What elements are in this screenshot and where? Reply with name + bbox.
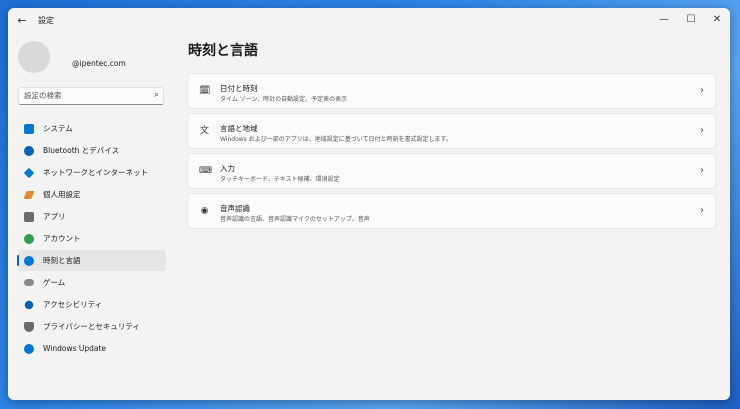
sidebar-item-label: アカウント [43,234,81,243]
card-speech[interactable]: ◉ 音声認識 音声認識の言語、音声認識マイクのセットアップ、音声 › [187,193,716,229]
system-icon [24,123,34,134]
gaming-icon [24,279,34,286]
sidebar-item-label: プライバシーとセキュリティ [43,322,140,331]
accessibility-icon [24,300,34,309]
search-box[interactable]: ⌕ [18,87,164,105]
sidebar-item-privacy[interactable]: プライバシーとセキュリティ [18,316,166,337]
sidebar-item-accounts[interactable]: アカウント [18,228,166,249]
typing-icon: ⌨ [199,166,212,176]
sidebar-item-accessibility[interactable]: アクセシビリティ [18,294,166,315]
app-title: 設定 [38,16,54,25]
card-description: タイム ゾーン、時計の自動設定、予定表の表示 [220,96,348,103]
sidebar-item-time-language[interactable]: 時刻と言語 [17,250,166,271]
privacy-icon [24,321,34,332]
sidebar-item-apps[interactable]: アプリ [18,206,166,227]
avatar[interactable] [18,41,50,73]
close-button[interactable]: ✕ [707,11,727,29]
language-region-icon: 文 [199,126,209,136]
page-title: 時刻と言語 [188,43,258,59]
card-description: 音声認識の言語、音声認識マイクのセットアップ、音声 [220,216,370,223]
account-email: @ipentec.com [72,59,126,68]
personalization-icon [23,190,35,199]
settings-cards: 🗓 日付と時刻 タイム ゾーン、時計の自動設定、予定表の表示 › 文 言語と地域… [187,73,716,233]
card-title: 音声認識 [220,204,250,213]
search-icon[interactable]: ⌕ [154,90,159,100]
time-language-icon [24,255,34,266]
minimize-button[interactable]: — [654,11,674,29]
speech-icon: ◉ [200,206,209,216]
back-arrow-icon[interactable]: ← [14,13,30,29]
network-icon [23,167,35,178]
sidebar-item-gaming[interactable]: ゲーム [18,272,166,293]
accounts-icon [24,233,34,244]
sidebar-item-network[interactable]: ネットワークとインターネット [18,162,166,183]
sidebar-item-label: 時刻と言語 [43,256,81,265]
sidebar-item-bluetooth[interactable]: Bluetooth とデバイス [18,140,166,161]
card-typing[interactable]: ⌨ 入力 タッチキーボード、テキスト候補、環境設定 › [187,153,716,189]
sidebar-nav: システム Bluetooth とデバイス ネットワークとインターネット 個人用設… [17,118,166,360]
sidebar-item-label: ネットワークとインターネット [43,168,148,177]
card-title: 言語と地域 [220,124,258,133]
sidebar-item-label: アクセシビリティ [43,300,103,309]
card-title: 入力 [220,164,235,173]
sidebar-item-label: 個人用設定 [43,190,81,199]
sidebar-item-label: システム [43,124,73,133]
title-bar: ← 設定 — ☐ ✕ [8,8,730,34]
chevron-right-icon: › [700,85,704,96]
sidebar-item-label: アプリ [43,212,66,221]
sidebar-item-label: Windows Update [43,344,107,353]
card-language-region[interactable]: 文 言語と地域 Windows および一部のアプリは、地域設定に基づいて日付と時… [187,113,716,149]
card-date-time[interactable]: 🗓 日付と時刻 タイム ゾーン、時計の自動設定、予定表の表示 › [187,73,716,109]
sidebar-item-system[interactable]: システム [18,118,166,139]
maximize-button[interactable]: ☐ [681,11,701,29]
chevron-right-icon: › [700,205,704,216]
sidebar-item-label: ゲーム [43,278,66,287]
search-input[interactable] [24,91,144,100]
bluetooth-icon [24,145,34,156]
apps-icon [24,211,34,222]
sidebar-item-windows-update[interactable]: Windows Update [18,338,166,359]
windows-update-icon [24,343,34,354]
chevron-right-icon: › [700,125,704,136]
settings-window: ← 設定 — ☐ ✕ @ipentec.com ⌕ システム Bluetooth… [8,8,730,400]
card-description: タッチキーボード、テキスト候補、環境設定 [220,176,340,183]
date-time-icon: 🗓 [199,86,211,96]
sidebar-item-label: Bluetooth とデバイス [43,146,120,155]
chevron-right-icon: › [700,165,704,176]
sidebar-item-personalization[interactable]: 個人用設定 [18,184,166,205]
card-title: 日付と時刻 [220,84,258,93]
card-description: Windows および一部のアプリは、地域設定に基づいて日付と時刻を書式設定しま… [220,136,452,143]
